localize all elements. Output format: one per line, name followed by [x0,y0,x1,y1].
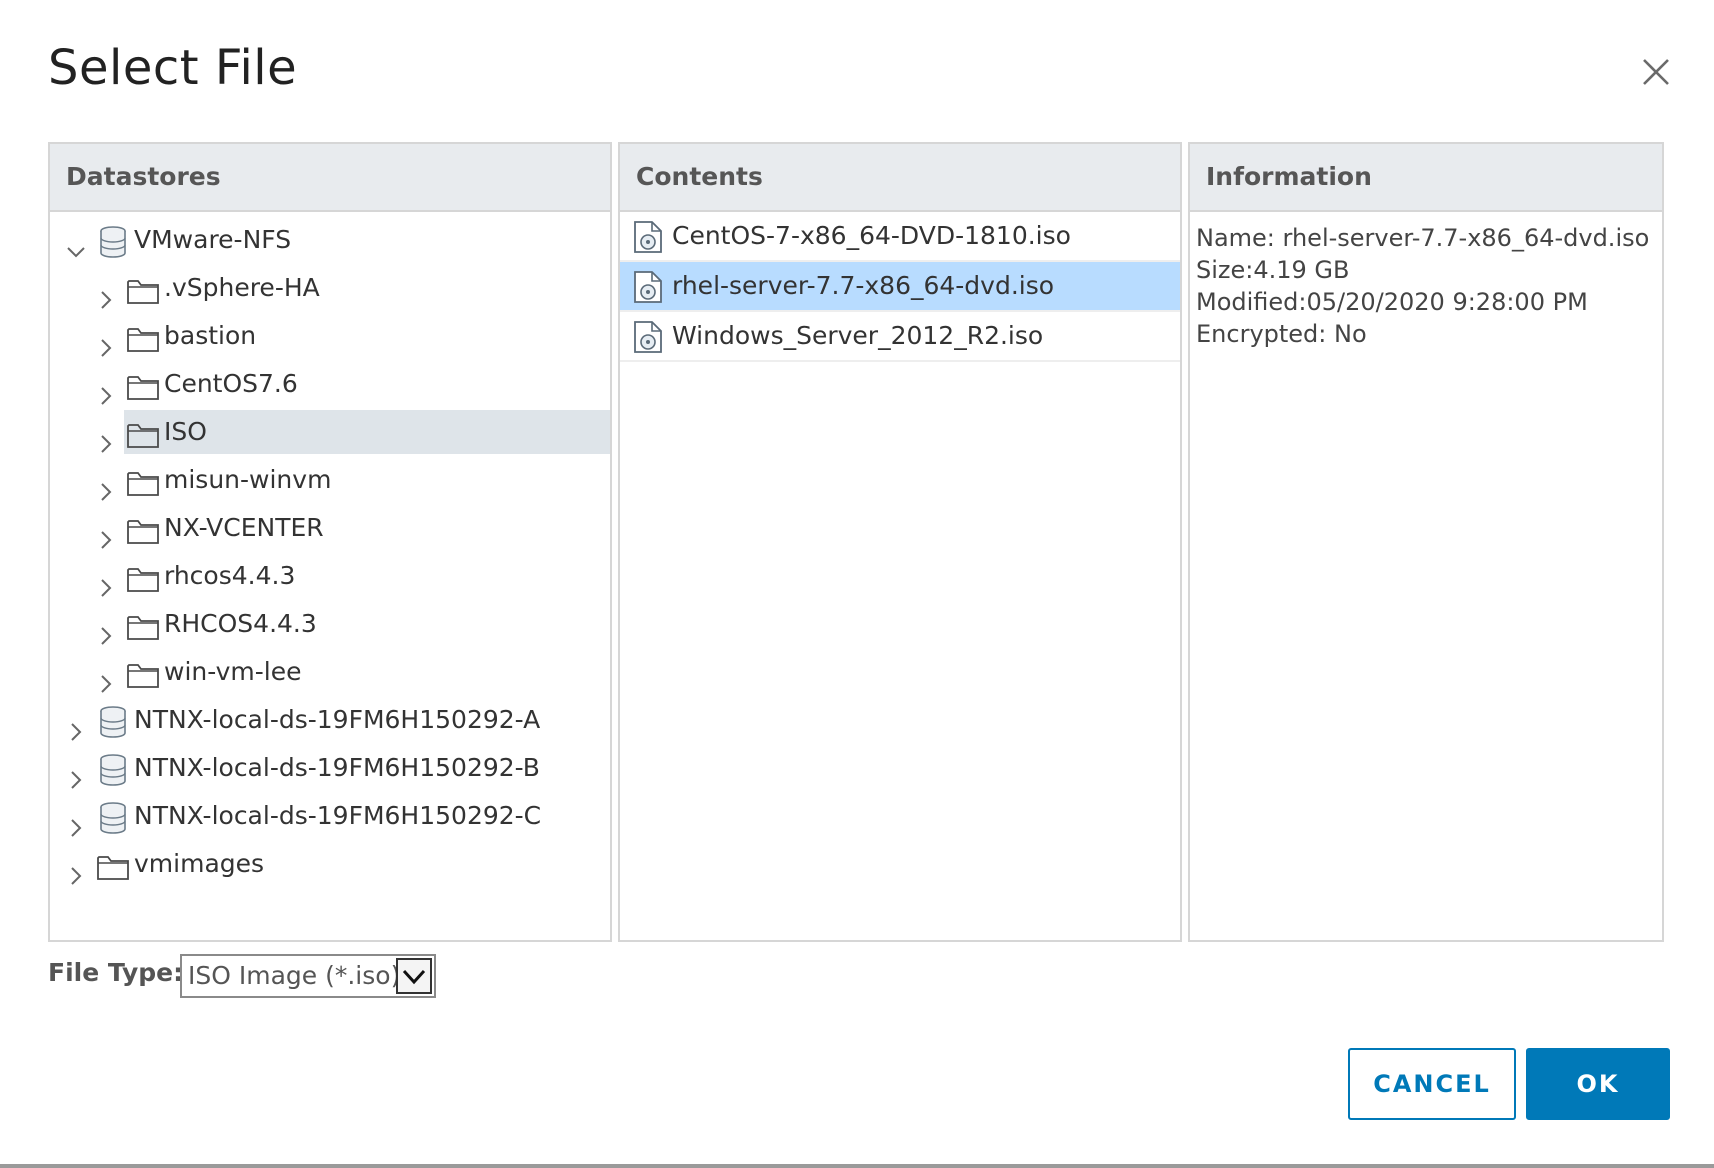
folder-icon [96,850,130,880]
folder-icon [126,322,160,352]
chevron-down-icon[interactable] [396,958,432,994]
file-list: CentOS-7-x86_64-DVD-1810.iso rhel-server-… [620,212,1180,362]
tree-item-bastion[interactable]: bastion [50,312,610,360]
chevron-right-icon[interactable] [66,854,86,885]
file-row[interactable]: Windows_Server_2012_R2.iso [620,312,1180,362]
disc-image-icon [632,320,664,354]
tree-item-ntnx-local-ds-19fm6h150292-a[interactable]: NTNX-local-ds-19FM6H150292-A [50,696,610,744]
tree-item-label: NTNX-local-ds-19FM6H150292-A [134,705,541,734]
tree-item-nx-vcenter[interactable]: NX-VCENTER [50,504,610,552]
tree-item-label: vmimages [134,849,265,878]
file-type-label: File Type: [48,958,184,987]
folder-icon [126,562,160,592]
datastore-tree: VMware-NFS .vSphere-HA bastion CentOS7.6 ISO… [50,212,610,888]
contents-panel: Contents CentOS-7-x86_64-DVD-1810.isorhe… [618,142,1182,942]
database-icon [96,226,130,258]
tree-item-ntnx-local-ds-19fm6h150292-c[interactable]: NTNX-local-ds-19FM6H150292-C [50,792,610,840]
folder-icon [126,418,160,448]
folder-icon [126,610,160,640]
tree-item-label: CentOS7.6 [164,369,298,398]
tree-item-label: NX-VCENTER [164,513,324,542]
contents-header: Contents [620,144,1180,212]
database-icon [96,754,130,786]
datastores-header: Datastores [50,144,610,212]
tree-item-vsphere-ha[interactable]: .vSphere-HA [50,264,610,312]
file-name: CentOS-7-x86_64-DVD-1810.iso [672,221,1071,250]
tree-item-win-vm-lee[interactable]: win-vm-lee [50,648,610,696]
info-modified: Modified:05/20/2020 9:28:00 PM [1196,288,1588,316]
folder-icon [126,658,160,688]
information-header: Information [1190,144,1662,212]
tree-item-label: RHCOS4.4.3 [164,609,317,638]
database-icon [96,706,130,738]
dialog-bottom-border [0,1164,1714,1168]
chevron-right-icon[interactable] [96,278,116,309]
file-row[interactable]: rhel-server-7.7-x86_64-dvd.iso [620,262,1180,312]
tree-item-label: NTNX-local-ds-19FM6H150292-B [134,753,540,782]
chevron-down-icon[interactable] [66,230,86,258]
tree-item-rhcos4-4-3[interactable]: rhcos4.4.3 [50,552,610,600]
folder-icon [126,514,160,544]
chevron-right-icon[interactable] [96,374,116,405]
file-information: Name: rhel-server-7.7-x86_64-dvd.iso Siz… [1190,212,1662,350]
tree-item-label: .vSphere-HA [164,273,320,302]
chevron-right-icon[interactable] [96,422,116,453]
folder-icon [126,274,160,304]
chevron-right-icon[interactable] [96,518,116,549]
tree-item-label: ISO [164,417,207,446]
select-file-dialog: Select File Datastores VMware-NFS .vSpher… [0,0,1714,1168]
tree-item-label: rhcos4.4.3 [164,561,296,590]
tree-item-misun-winvm[interactable]: misun-winvm [50,456,610,504]
tree-item-rhcos4-4-3[interactable]: RHCOS4.4.3 [50,600,610,648]
chevron-right-icon[interactable] [66,806,86,837]
disc-image-icon [632,270,664,304]
info-name: Name: rhel-server-7.7-x86_64-dvd.iso [1196,224,1650,252]
dialog-title: Select File [48,40,298,96]
datastores-panel: Datastores VMware-NFS .vSphere-HA bastion C… [48,142,612,942]
tree-item-vmware-nfs[interactable]: VMware-NFS [50,216,610,264]
info-size: Size:4.19 GB [1196,256,1350,284]
disc-image-icon [632,220,664,254]
file-type-select[interactable]: ISO Image (*.iso) [180,954,436,998]
chevron-right-icon[interactable] [96,470,116,501]
tree-item-label: misun-winvm [164,465,332,494]
folder-icon [126,466,160,496]
chevron-right-icon[interactable] [96,614,116,645]
tree-item-centos7-6[interactable]: CentOS7.6 [50,360,610,408]
tree-item-label: VMware-NFS [134,225,292,254]
chevron-right-icon[interactable] [96,326,116,357]
close-icon[interactable] [1636,52,1676,92]
file-name: rhel-server-7.7-x86_64-dvd.iso [672,271,1055,300]
ok-button[interactable]: OK [1526,1048,1670,1120]
tree-item-vmimages[interactable]: vmimages [50,840,610,888]
tree-item-label: NTNX-local-ds-19FM6H150292-C [134,801,542,830]
tree-item-ntnx-local-ds-19fm6h150292-b[interactable]: NTNX-local-ds-19FM6H150292-B [50,744,610,792]
info-encrypted: Encrypted: No [1196,320,1367,348]
chevron-right-icon[interactable] [96,662,116,693]
database-icon [96,802,130,834]
folder-icon [126,370,160,400]
tree-item-label: win-vm-lee [164,657,302,686]
information-panel: Information Name: rhel-server-7.7-x86_64… [1188,142,1664,942]
chevron-right-icon[interactable] [66,758,86,789]
file-row[interactable]: CentOS-7-x86_64-DVD-1810.iso [620,212,1180,262]
file-type-value: ISO Image (*.iso) [188,961,401,990]
tree-item-label: bastion [164,321,257,350]
file-name: Windows_Server_2012_R2.iso [672,321,1044,350]
chevron-right-icon[interactable] [96,566,116,597]
cancel-button[interactable]: CANCEL [1348,1048,1516,1120]
chevron-right-icon[interactable] [66,710,86,741]
tree-item-iso[interactable]: ISO [50,408,610,456]
